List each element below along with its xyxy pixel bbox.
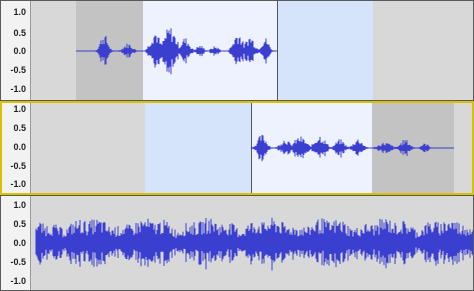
track-2-waveform (250, 134, 454, 162)
ruler-label: 0.5 (13, 28, 26, 38)
ruler-label: -0.5 (10, 65, 26, 75)
track-1-amplitude-ruler: 1.0 0.5 0.0 -0.5 -1.0 (0, 0, 31, 101)
ruler-label: -1.0 (10, 276, 26, 286)
ruler-label: 1.0 (13, 104, 26, 114)
ruler-label: 1.0 (13, 200, 26, 210)
track-3-amplitude-ruler: 1.0 0.5 0.0 -0.5 -1.0 (0, 195, 31, 291)
ruler-label: -0.5 (10, 161, 26, 171)
track-1-waveform (76, 28, 278, 75)
ruler-label: 0.0 (13, 238, 26, 248)
track-2-amplitude-ruler: 1.0 0.5 0.0 -0.5 -1.0 (0, 101, 31, 195)
ruler-label: 0.0 (13, 142, 26, 152)
ruler-label: 0.5 (13, 123, 26, 133)
ruler-label: 0.5 (13, 219, 26, 229)
ruler-label: 0.0 (13, 46, 26, 56)
ruler-label: -1.0 (10, 84, 26, 94)
audio-track-3[interactable]: 1.0 0.5 0.0 -0.5 -1.0 (0, 195, 474, 291)
track-3-waveform (35, 217, 474, 271)
ruler-label: 1.0 (13, 7, 26, 17)
ruler-label: -1.0 (10, 179, 26, 189)
ruler-label: -0.5 (10, 257, 26, 267)
audio-track-1[interactable]: 1.0 0.5 0.0 -0.5 -1.0 (0, 0, 474, 101)
audio-track-2-selected[interactable]: 1.0 0.5 0.0 -0.5 -1.0 (0, 101, 474, 195)
